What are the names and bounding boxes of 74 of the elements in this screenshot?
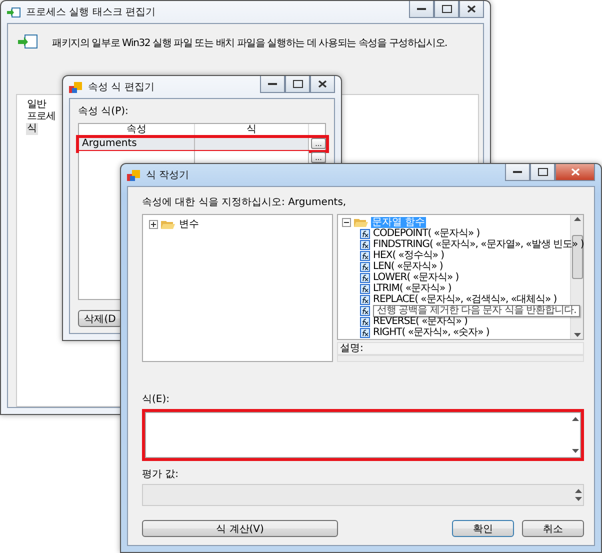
minimize-button[interactable] (260, 76, 285, 93)
window-title: 식 작성기 (146, 169, 190, 182)
column-header: 속성 (79, 124, 195, 137)
result-field[interactable] (142, 484, 584, 506)
function-item[interactable]: FINDSTRING( «문자식», «문자열», «발생 빈도» ) (373, 239, 584, 250)
maximize-button[interactable] (434, 1, 459, 18)
function-item[interactable]: LEN( «문자식» ) (373, 261, 443, 272)
expression-field[interactable] (145, 412, 581, 458)
function-item[interactable]: CODEPOINT( «문자식» ) (373, 228, 480, 239)
delete-button[interactable]: 삭제(D (78, 310, 122, 327)
run-process-icon (18, 34, 38, 50)
scroll-up-icon[interactable] (574, 217, 580, 221)
run-process-icon (7, 6, 21, 18)
maximize-button[interactable] (530, 164, 555, 181)
table-cell[interactable] (79, 151, 195, 165)
close-icon (318, 80, 327, 88)
scroll-up-icon[interactable] (572, 416, 578, 421)
close-button[interactable] (459, 1, 484, 18)
close-icon (467, 5, 476, 13)
description-label: 설명: (337, 342, 584, 355)
function-item[interactable]: REPLACE( «문자식», «검색식», «대체식» ) (373, 294, 557, 305)
ok-button[interactable]: 확인 (452, 520, 514, 537)
function-icon (360, 294, 370, 304)
evaluate-button[interactable]: 식 계산(V) (142, 520, 338, 537)
function-icon (360, 240, 370, 250)
prompt-text: 속성에 대한 식을 지정하십시오: Arguments, (142, 196, 348, 209)
minimize-button[interactable] (409, 1, 434, 18)
grid-label: 속성 식(P): (78, 105, 130, 118)
function-icon (360, 228, 370, 238)
function-item[interactable]: HEX( «정수식» ) (373, 250, 444, 261)
nav-item[interactable]: 식 (26, 123, 38, 135)
app-icon (127, 168, 141, 182)
expand-icon[interactable] (149, 220, 158, 228)
scroll-up-icon[interactable] (574, 488, 582, 493)
cancel-button[interactable]: 취소 (522, 520, 584, 537)
function-icon (360, 250, 370, 260)
ellipsis-button[interactable]: ... (311, 138, 326, 149)
close-button[interactable] (310, 76, 335, 93)
minimize-button[interactable] (505, 164, 530, 181)
minimize-icon (268, 82, 278, 86)
nav-item[interactable]: 일반 (26, 99, 47, 111)
expression-label: 식(E): (142, 392, 170, 406)
folder-icon (354, 216, 368, 228)
column-header: 식 (195, 124, 309, 137)
function-icon (360, 328, 370, 338)
function-icon (360, 306, 370, 316)
scroll-down-icon[interactable] (572, 448, 578, 453)
function-icon (360, 272, 370, 282)
scroll-down-icon[interactable] (574, 497, 582, 501)
function-item[interactable]: LTRIM( «문자식» ) (373, 283, 452, 294)
nav-item[interactable]: 프로세 (26, 111, 56, 123)
function-item[interactable]: LOWER( «문자식» ) (373, 272, 459, 283)
window-title: 프로세스 실행 태스크 편집기 (26, 6, 157, 19)
maximize-icon (292, 80, 302, 88)
scroll-down-icon[interactable] (574, 333, 580, 337)
maximize-button[interactable] (285, 76, 310, 93)
folder-icon (161, 218, 175, 230)
maximize-icon (442, 5, 452, 13)
close-icon (570, 168, 580, 176)
description-text: 패키지의 일부로 Win32 실행 파일 또는 배치 파일을 실행하는 데 사용되는 속성을 구성하십시오. (52, 37, 448, 50)
minimize-icon (512, 170, 522, 174)
tooltip: 선행 공백을 제거한 다음 문자 식을 반환합니다. (373, 305, 580, 317)
ellipsis-button[interactable]: ... (311, 152, 326, 163)
tree-node[interactable]: 변수 (178, 218, 200, 230)
function-item[interactable]: RIGHT( «문자식», «숫자» ) (373, 327, 490, 338)
collapse-icon[interactable] (342, 218, 351, 226)
window-title: 속성 식 편집기 (88, 81, 156, 94)
minimize-icon (416, 7, 426, 11)
function-icon (360, 284, 370, 294)
function-icon (360, 262, 370, 272)
result-label: 평가 값: (142, 468, 180, 481)
function-icon (360, 316, 370, 326)
app-icon (69, 80, 83, 94)
maximize-icon (538, 168, 548, 176)
